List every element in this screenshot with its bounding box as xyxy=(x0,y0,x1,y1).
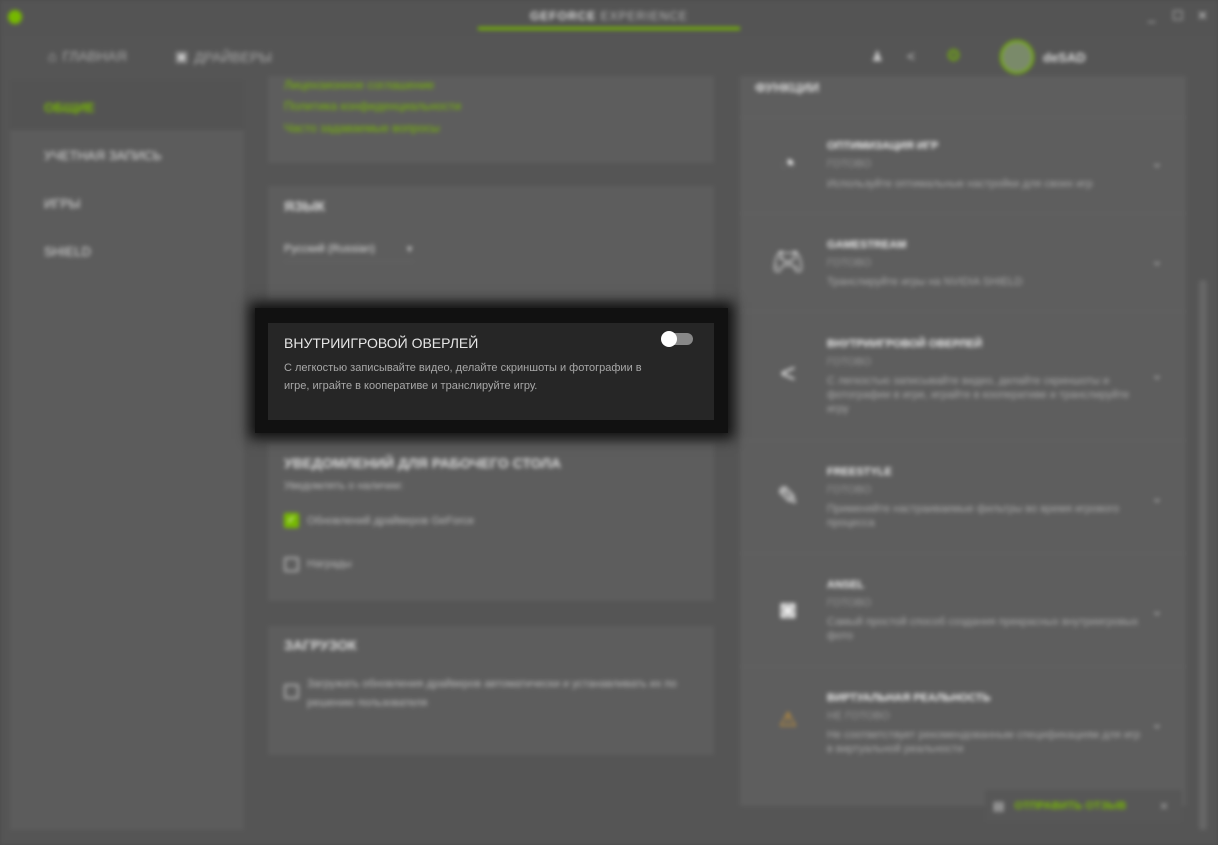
gamepad-icon: 🎮︎ xyxy=(771,246,805,276)
language-title: ЯЗЫК xyxy=(284,198,326,214)
feature-title: ANSEL xyxy=(827,579,865,591)
dropdown-arrow-icon: ▼ xyxy=(405,243,414,254)
gauge-icon: ◔ xyxy=(780,148,796,178)
faq-link[interactable]: Часто задаваемые вопросы xyxy=(284,121,440,135)
settings-gear-icon[interactable]: ⚙ xyxy=(946,46,961,66)
nav-bar: ⌂ ГЛАВНАЯ ▣ ДРАЙВЕРЫ ♟ < ⚙ deSAD xyxy=(0,36,1218,78)
auto-download-label: Загружать обновления драйверов автоматич… xyxy=(307,678,677,709)
feature-overlay[interactable]: < ВНУТРИИГРОВОЙ ОВЕРЛЕЙ ГОТОВО С легкост… xyxy=(740,311,1186,440)
drivers-icon: ▣ xyxy=(175,48,189,64)
rewards-label: Награды xyxy=(307,558,352,570)
overlay-title: ВНУТРИИГРОВОЙ ОВЕРЛЕЙ xyxy=(284,335,479,351)
nav-home-label: ГЛАВНАЯ xyxy=(62,48,127,64)
sidebar-item-shield[interactable]: SHIELD xyxy=(44,244,91,259)
feature-title: ВИРТУАЛЬНАЯ РЕАЛЬНОСТЬ xyxy=(827,692,991,704)
chevron-down-icon[interactable]: ⌄ xyxy=(1152,368,1162,382)
scrollbar[interactable] xyxy=(1199,280,1207,830)
notifications-subtitle: Уведомлять о наличии: xyxy=(284,480,404,492)
sidebar xyxy=(10,130,244,830)
feature-desc: Не соответствует рекомендованным специфи… xyxy=(827,729,1141,755)
notification-bell-icon[interactable]: ♟ xyxy=(871,48,884,65)
vr-warning-icon: ⚠ xyxy=(779,709,797,731)
feature-game-optimization[interactable]: ◔ ОПТИМИЗАЦИЯ ИГР ГОТОВО Используйте опт… xyxy=(740,117,1186,213)
brand-bold: GEFORCE xyxy=(529,9,597,23)
chevron-down-icon[interactable]: ⌄ xyxy=(1152,604,1162,618)
feature-ansel[interactable]: ◙ ANSEL ГОТОВО Самый простой способ созд… xyxy=(740,553,1186,666)
features-title: ФУНКЦИИ xyxy=(755,80,820,95)
overlay-description: С легкостью записывайте видео, делайте с… xyxy=(284,362,642,392)
chevron-down-icon[interactable]: ⌄ xyxy=(1152,156,1162,170)
nav-drivers[interactable]: ▣ ДРАЙВЕРЫ xyxy=(175,48,272,65)
nav-home[interactable]: ⌂ ГЛАВНАЯ xyxy=(48,48,127,64)
sidebar-item-games[interactable]: ИГРЫ xyxy=(44,196,81,211)
feature-desc: С легкостью записывайте видео, делайте с… xyxy=(827,375,1130,415)
chevron-down-icon[interactable]: ⌄ xyxy=(1152,717,1162,731)
feature-title: ОПТИМИЗАЦИЯ ИГР xyxy=(827,140,939,152)
feature-desc: Транслируйте игры на NVIDIA SHIELD xyxy=(827,276,1023,288)
feature-status: ГОТОВО xyxy=(827,158,872,170)
feature-gamestream[interactable]: 🎮︎ GAMESTREAM ГОТОВО Транслируйте игры н… xyxy=(740,213,1186,311)
send-feedback-button[interactable]: ОТПРАВИТЬ ОТЗЫВ xyxy=(1014,800,1149,812)
camera-icon: ◙ xyxy=(780,594,796,624)
chevron-down-icon[interactable]: ⌄ xyxy=(1152,254,1162,268)
feature-title: FREESTYLE xyxy=(827,466,892,478)
brand-light: EXPERIENCE xyxy=(600,9,689,23)
language-selected: Русский (Russian) xyxy=(284,242,375,255)
feature-desc: Используйте оптимальные настройки для св… xyxy=(827,178,1093,190)
feature-desc: Самый простой способ создания прекрасных… xyxy=(827,616,1139,642)
feature-desc: Применяйте настраиваемые фильтры во врем… xyxy=(827,503,1120,529)
driver-updates-label: Обновлений драйверов GeForce xyxy=(307,515,475,527)
feature-status: ГОТОВО xyxy=(827,484,872,496)
feature-status: ГОТОВО xyxy=(827,257,872,269)
downloads-title: ЗАГРУЗОК xyxy=(284,637,357,653)
privacy-link[interactable]: Политика конфиденциальности xyxy=(284,99,461,113)
feature-title: GAMESTREAM xyxy=(827,239,907,251)
username[interactable]: deSAD xyxy=(1043,50,1086,65)
feedback-bar[interactable]: ▤ ОТПРАВИТЬ ОТЗЫВ ✕ xyxy=(985,790,1182,822)
overlay-toggle[interactable] xyxy=(661,331,693,347)
rewards-checkbox[interactable] xyxy=(284,557,299,572)
minimize-button[interactable]: _ xyxy=(1148,8,1155,23)
feedback-chat-icon: ▤ xyxy=(993,799,1005,813)
feedback-close-icon[interactable]: ✕ xyxy=(1159,800,1168,813)
feature-status: НЕ ГОТОВО xyxy=(827,710,890,722)
feature-title: ВНУТРИИГРОВОЙ ОВЕРЛЕЙ xyxy=(827,338,983,350)
license-link[interactable]: Лицензионное соглашение xyxy=(284,78,434,92)
close-button[interactable]: ✕ xyxy=(1197,8,1208,24)
notifications-title: УВЕДОМЛЕНИЙ ДЛЯ РАБОЧЕГО СТОЛА xyxy=(284,455,562,471)
nav-drivers-label: ДРАЙВЕРЫ xyxy=(194,48,272,65)
driver-updates-checkbox[interactable]: ✓ xyxy=(284,513,299,528)
feature-vr[interactable]: ⚠ ВИРТУАЛЬНАЯ РЕАЛЬНОСТЬ НЕ ГОТОВО Не со… xyxy=(740,666,1186,780)
maximize-button[interactable]: ☐ xyxy=(1172,8,1184,24)
sidebar-item-general-label[interactable]: ОБЩИЕ xyxy=(44,100,95,115)
feature-status: ГОТОВО xyxy=(827,356,872,368)
sidebar-item-account[interactable]: УЧЕТНАЯ ЗАПИСЬ xyxy=(44,148,162,163)
auto-download-checkbox[interactable] xyxy=(284,684,299,699)
share-icon[interactable]: < xyxy=(907,48,915,64)
freestyle-icon: ✎ xyxy=(777,481,799,511)
ingame-overlay-card: ВНУТРИИГРОВОЙ ОВЕРЛЕЙ С легкостью записы… xyxy=(268,323,714,420)
avatar[interactable] xyxy=(1000,40,1034,74)
feature-status: ГОТОВО xyxy=(827,597,872,609)
title-bar: GEFORCE EXPERIENCE _ ☐ ✕ xyxy=(0,0,1218,36)
language-select[interactable]: Русский (Russian) ▼ xyxy=(284,236,414,262)
share-icon: < xyxy=(780,358,796,388)
chevron-down-icon[interactable]: ⌄ xyxy=(1152,491,1162,505)
nvidia-logo-icon xyxy=(8,10,22,24)
app-brand: GEFORCE EXPERIENCE xyxy=(478,6,740,30)
feature-freestyle[interactable]: ✎ FREESTYLE ГОТОВО Применяйте настраивае… xyxy=(740,440,1186,553)
home-icon: ⌂ xyxy=(48,48,57,64)
